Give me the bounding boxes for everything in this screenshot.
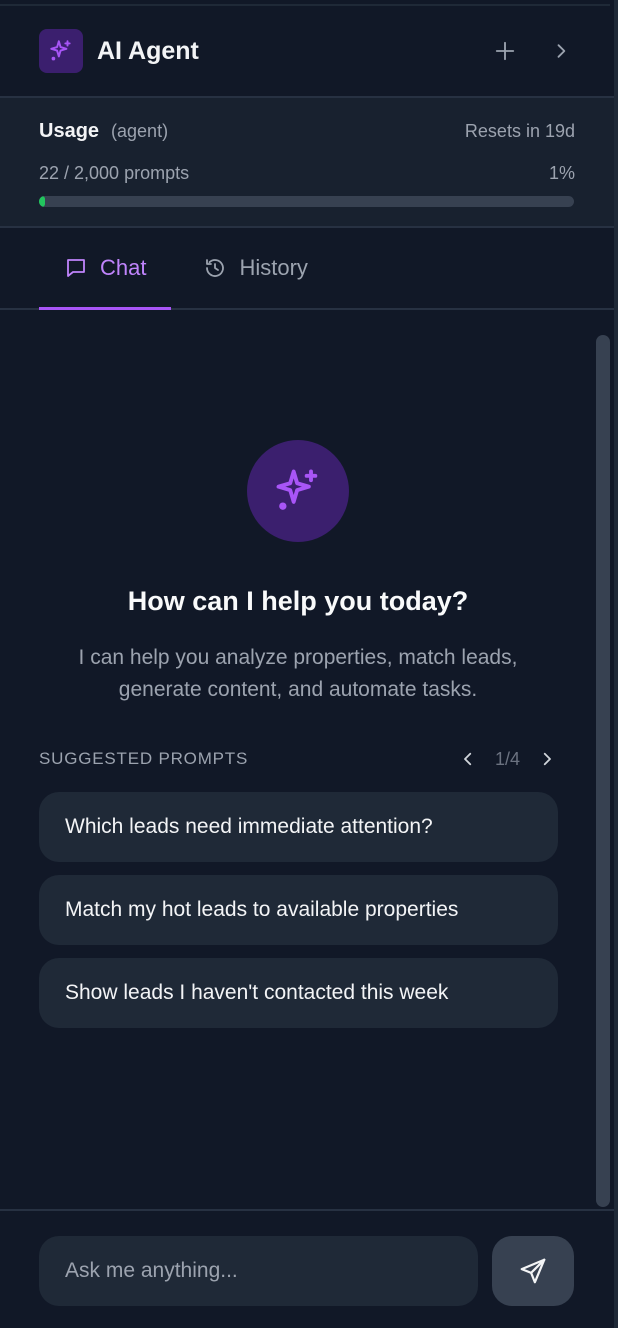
panel-header: AI Agent bbox=[0, 6, 614, 98]
sparkles-icon bbox=[39, 29, 83, 73]
empty-state-title: How can I help you today? bbox=[127, 586, 469, 616]
tab-chat[interactable]: Chat bbox=[39, 228, 172, 310]
prev-page-button[interactable] bbox=[457, 748, 479, 770]
usage-card: Usage (agent) Resets in 19d 22 / 2,000 p… bbox=[0, 98, 614, 228]
suggested-prompt[interactable]: Which leads need immediate attention? bbox=[39, 792, 558, 862]
send-button[interactable] bbox=[492, 1236, 574, 1306]
usage-reset-text: Resets in 19d bbox=[464, 121, 575, 141]
plus-icon bbox=[495, 41, 515, 61]
chat-input[interactable] bbox=[39, 1236, 478, 1306]
suggestions-pager: 1/4 bbox=[457, 748, 558, 770]
next-page-button[interactable] bbox=[536, 748, 558, 770]
usage-percent: 1% bbox=[548, 163, 575, 183]
usage-scope: (agent) bbox=[111, 121, 169, 141]
collapse-panel-button[interactable] bbox=[547, 37, 575, 65]
usage-progress-bar bbox=[39, 196, 574, 207]
suggested-prompt[interactable]: Show leads I haven't contacted this week bbox=[39, 958, 558, 1028]
new-chat-button[interactable] bbox=[491, 37, 519, 65]
ai-agent-panel: AI Agent Usage (agent) Resets in 19d 22 … bbox=[0, 0, 618, 1328]
suggested-prompts-header: SUGGESTED PROMPTS 1/4 bbox=[39, 748, 558, 770]
history-icon bbox=[206, 259, 225, 277]
chevron-right-icon bbox=[543, 752, 551, 766]
sparkles-icon bbox=[276, 469, 318, 510]
suggested-prompt[interactable]: Match my hot leads to available properti… bbox=[39, 875, 558, 945]
chevron-right-icon bbox=[557, 44, 566, 58]
scrollbar[interactable] bbox=[596, 335, 610, 1207]
tab-history-label: History bbox=[239, 255, 308, 280]
send-icon bbox=[520, 1258, 546, 1284]
usage-count: 22 / 2,000 prompts bbox=[39, 163, 190, 183]
chevron-left-icon bbox=[464, 752, 472, 766]
empty-state-description: I can help you analyze properties, match… bbox=[78, 646, 518, 701]
tab-bar: Chat History bbox=[0, 228, 614, 310]
usage-title: Usage bbox=[39, 120, 100, 142]
usage-progress-fill bbox=[39, 196, 45, 207]
panel-title: AI Agent bbox=[97, 36, 199, 65]
suggested-prompts-heading: SUGGESTED PROMPTS bbox=[39, 749, 249, 768]
tab-history[interactable]: History bbox=[203, 228, 308, 308]
tab-chat-label: Chat bbox=[100, 255, 147, 280]
message-square-icon bbox=[67, 259, 85, 277]
assistant-avatar bbox=[247, 440, 349, 542]
page-indicator: 1/4 bbox=[494, 748, 520, 769]
